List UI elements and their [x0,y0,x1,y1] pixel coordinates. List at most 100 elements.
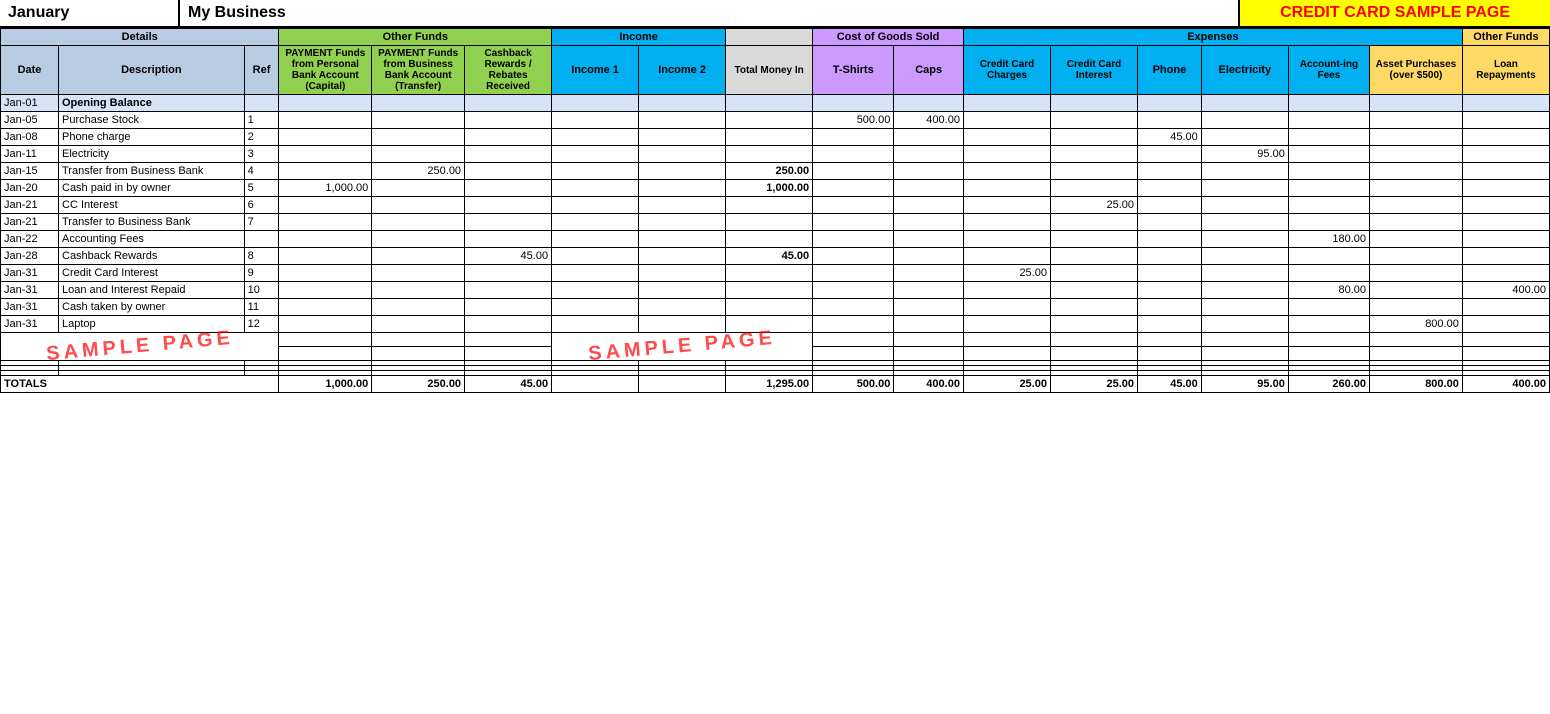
table-cell [813,180,894,197]
table-cell [639,163,726,180]
table-cell [1137,180,1201,197]
table-cell [1370,282,1463,299]
table-cell [1137,197,1201,214]
table-cell [639,299,726,316]
table-cell [465,214,552,231]
table-cell [1201,95,1288,112]
table-cell [372,316,465,333]
table-cell: Jan-21 [1,214,59,231]
table-cell: 1,000.00 [726,180,813,197]
table-cell [639,180,726,197]
table-cell [1462,231,1549,248]
table-cell: Phone charge [59,129,245,146]
table-cell: 250.00 [372,163,465,180]
table-cell [1050,146,1137,163]
col-payment-personal: PAYMENT Funds from Personal Bank Account… [279,46,372,95]
table-cell [1462,333,1549,347]
table-cell [894,299,964,316]
table-row: Jan-15Transfer from Business Bank4250.00… [1,163,1550,180]
table-cell [1288,163,1369,180]
table-cell: 11 [244,299,279,316]
table-cell [726,146,813,163]
table-cell [894,129,964,146]
table-cell [1288,129,1369,146]
table-cell [1137,347,1201,361]
table-cell [1288,95,1369,112]
table-cell [894,180,964,197]
sample-row: SAMPLE PAGESAMPLE PAGE [1,333,1550,347]
table-cell [1370,248,1463,265]
table-cell [963,248,1050,265]
table-cell [813,347,894,361]
table-cell [1050,112,1137,129]
table-cell [279,299,372,316]
col-asset-purchases: Asset Purchases (over $500) [1370,46,1463,95]
table-cell [552,146,639,163]
totals-cell [552,376,639,393]
table-cell [1370,180,1463,197]
table-cell: Loan and Interest Repaid [59,282,245,299]
table-cell [1137,112,1201,129]
table-cell [1137,163,1201,180]
table-row: Jan-21CC Interest625.00 [1,197,1550,214]
table-cell [465,231,552,248]
table-cell [1462,146,1549,163]
table-cell [552,265,639,282]
table-cell [279,197,372,214]
table-cell: CC Interest [59,197,245,214]
table-cell [963,282,1050,299]
col-description: Description [59,46,245,95]
table-cell [465,282,552,299]
table-cell [1137,95,1201,112]
table-cell [813,265,894,282]
table-cell [552,299,639,316]
table-cell [1288,316,1369,333]
table-cell [1201,248,1288,265]
table-cell: 5 [244,180,279,197]
table-cell: Transfer to Business Bank [59,214,245,231]
table-cell: Jan-31 [1,265,59,282]
table-cell [1201,197,1288,214]
table-cell [465,265,552,282]
col-tshirts: T-Shirts [813,46,894,95]
table-cell [1370,231,1463,248]
table-cell [1462,214,1549,231]
totals-cell: 250.00 [372,376,465,393]
table-cell [372,180,465,197]
table-cell [639,316,726,333]
table-cell: 12 [244,316,279,333]
table-cell [1462,248,1549,265]
top-bar: January My Business CREDIT CARD SAMPLE P… [0,0,1550,28]
table-cell [372,282,465,299]
col-payment-business: PAYMENT Funds from Business Bank Account… [372,46,465,95]
col-income2: Income 2 [639,46,726,95]
table-cell [1288,347,1369,361]
table-cell [813,231,894,248]
table-cell [963,214,1050,231]
table-cell [1370,146,1463,163]
table-cell [726,129,813,146]
table-cell: 6 [244,197,279,214]
table-cell: 7 [244,214,279,231]
table-row: Jan-31Loan and Interest Repaid1080.00400… [1,282,1550,299]
table-cell [813,214,894,231]
table-cell [1370,129,1463,146]
table-cell [465,129,552,146]
table-cell [279,112,372,129]
table-cell [1050,299,1137,316]
table-cell [1288,333,1369,347]
table-row: Jan-31Credit Card Interest925.00 [1,265,1550,282]
table-cell [894,214,964,231]
table-cell [813,163,894,180]
table-cell [279,231,372,248]
table-cell [1137,146,1201,163]
table-cell [1050,347,1137,361]
table-cell [465,112,552,129]
col-ref: Ref [244,46,279,95]
table-cell: 80.00 [1288,282,1369,299]
totals-cell: 25.00 [963,376,1050,393]
table-cell: Jan-01 [1,95,59,112]
table-cell [552,95,639,112]
table-cell [1050,163,1137,180]
table-cell [1137,248,1201,265]
